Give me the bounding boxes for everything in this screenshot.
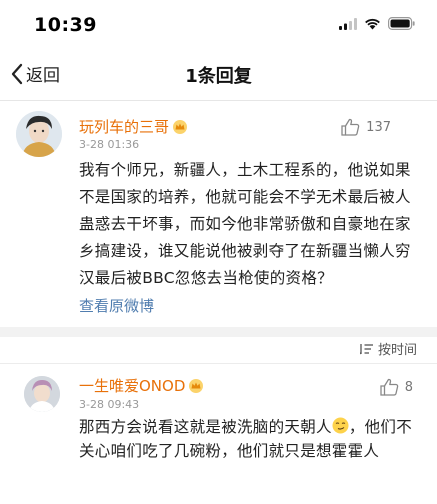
- post-text: 我有个师兄，新疆人，土木工程系的，他说如果不是国家的培养，他就可能会不学无术最后…: [79, 161, 411, 287]
- view-original-link[interactable]: 查看原微博: [79, 295, 154, 316]
- reply-username-text: 一生唯爱ONOD: [79, 377, 186, 395]
- sort-by-time-button[interactable]: 按时间: [359, 339, 417, 358]
- post-like-button[interactable]: 137: [341, 118, 391, 136]
- section-divider: [0, 327, 437, 337]
- status-icons: [339, 17, 415, 30]
- reply-username[interactable]: 一生唯爱ONOD: [79, 375, 204, 396]
- reply-text: 那西方会说看这就是被洗脑的天朝人 ，他们不关心咱们吃了几碗粉，他们就只是想霍霍人: [79, 415, 424, 463]
- thumbs-up-icon: [341, 118, 360, 136]
- battery-icon: [388, 17, 415, 30]
- post-username-text: 玩列车的三哥: [79, 118, 170, 136]
- page-title: 1条回复: [185, 66, 252, 87]
- avatar[interactable]: [16, 111, 62, 157]
- signal-icon: [339, 17, 357, 30]
- sort-label: 按时间: [377, 343, 417, 358]
- smirk-emoji-icon: [332, 417, 349, 434]
- status-time: 10:39: [34, 14, 97, 36]
- post-date: 3-28 01:36: [79, 138, 140, 151]
- wifi-icon: [365, 18, 380, 29]
- sort-icon: [359, 343, 373, 354]
- post-like-count: 137: [366, 119, 391, 135]
- crown-badge-icon: [189, 378, 204, 393]
- sort-bar: 按时间: [0, 337, 437, 363]
- status-bar: 10:39: [0, 0, 437, 48]
- post-username[interactable]: 玩列车的三哥: [79, 116, 188, 137]
- reply-item: 一生唯爱ONOD 3-28 09:43 8 那西方会说看这就是被洗脑的天朝人 ，他…: [0, 364, 437, 504]
- reply-date: 3-28 09:43: [79, 398, 140, 411]
- reply-text-part1: 那西方会说看这就是被洗脑的天朝人: [79, 418, 332, 436]
- reply-like-count: 8: [404, 379, 413, 395]
- nav-bar: 返回 1条回复: [0, 48, 437, 101]
- avatar[interactable]: [24, 376, 60, 412]
- thumbs-up-icon: [380, 378, 398, 396]
- original-comment: 玩列车的三哥 3-28 01:36 137 我有个师兄，新疆人，土木工程系的，他…: [0, 101, 437, 327]
- reply-like-button[interactable]: 8: [380, 378, 413, 396]
- crown-badge-icon: [173, 119, 188, 134]
